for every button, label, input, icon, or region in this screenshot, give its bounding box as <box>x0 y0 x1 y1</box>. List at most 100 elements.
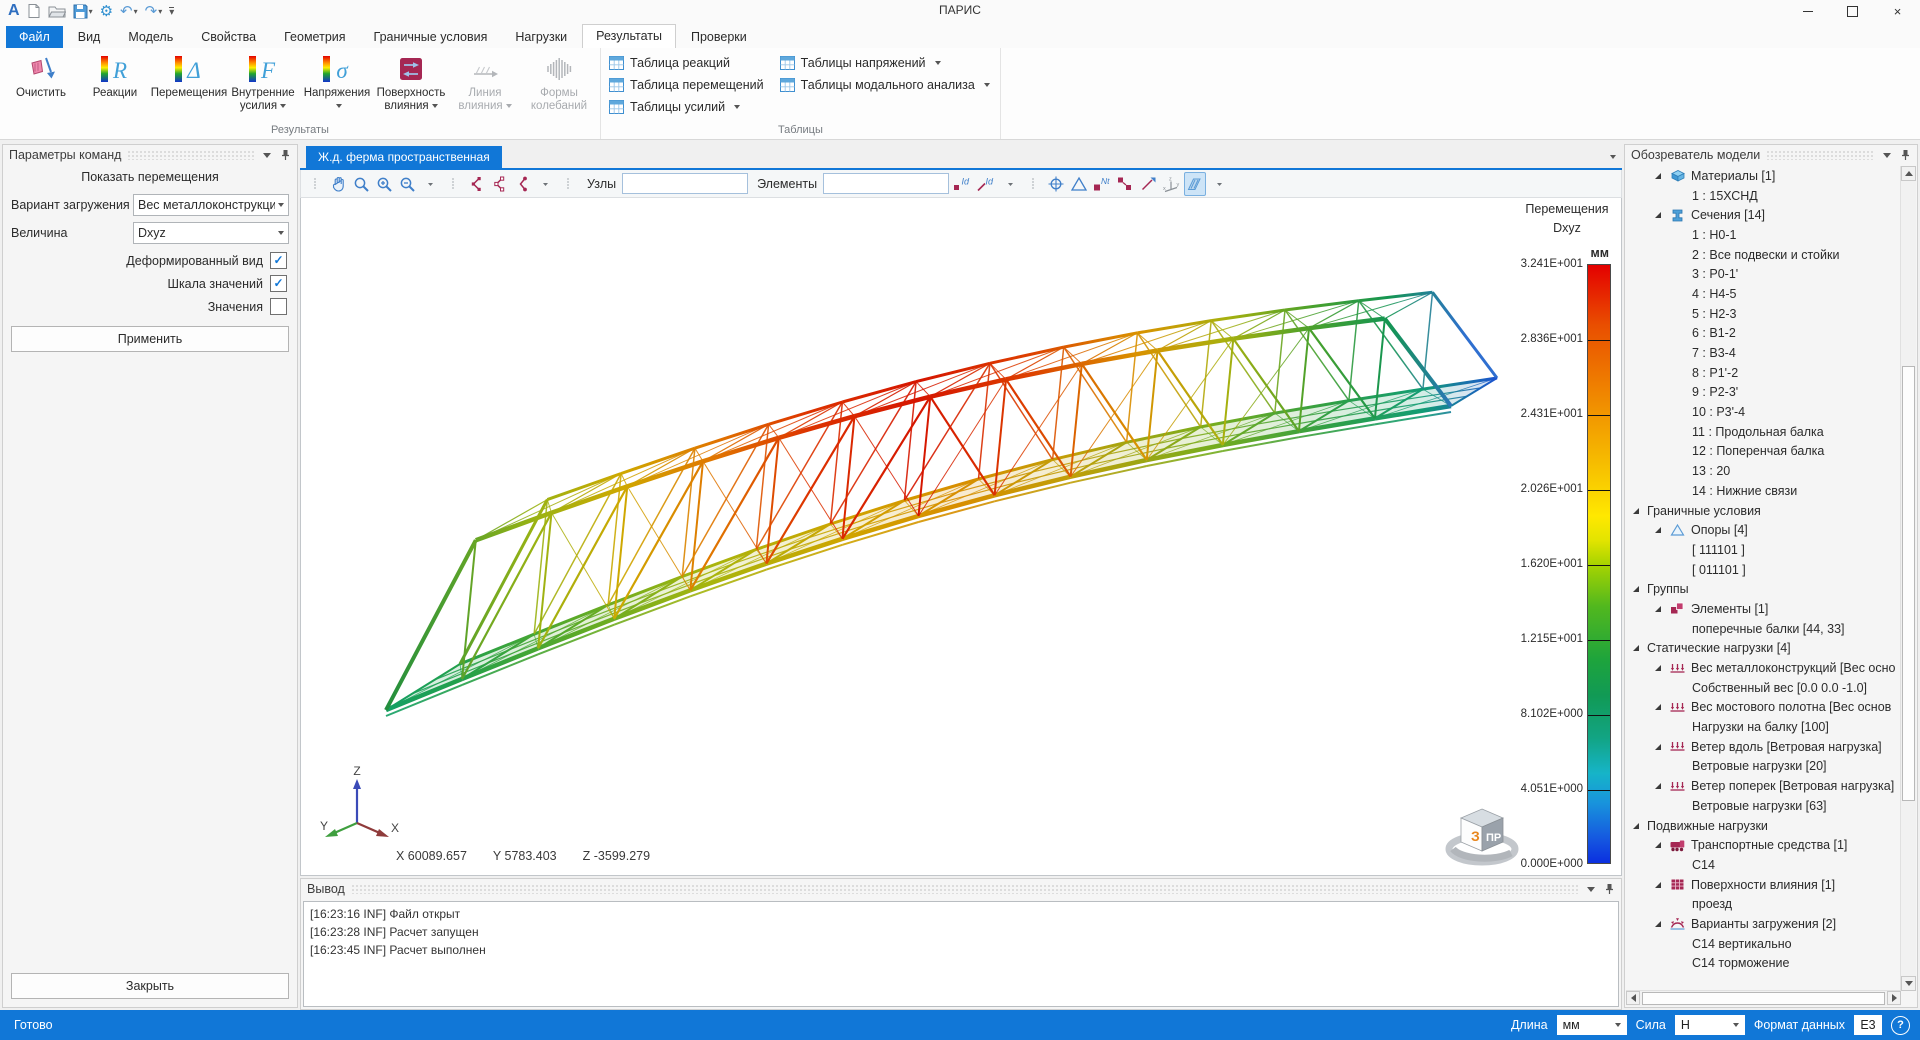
tree-expander-icon[interactable] <box>1654 782 1662 790</box>
tree-node[interactable]: Собственный вес [0.0 0.0 -1.0] <box>1626 678 1901 698</box>
tree-expander-icon[interactable] <box>1632 644 1640 652</box>
scroll-down-icon[interactable] <box>1901 976 1916 991</box>
elements-input[interactable] <box>823 173 949 194</box>
ribbon-button-таблицы-модального-анализа[interactable]: Таблицы модального анализа <box>780 76 990 94</box>
tree-node[interactable]: Сечения [14] <box>1626 205 1901 225</box>
tree-node[interactable]: Статические нагрузки [4] <box>1626 639 1901 659</box>
tree-expander-icon[interactable] <box>1654 211 1662 219</box>
tree-node[interactable]: Вес мостового полотна [Вес основ <box>1626 698 1901 718</box>
tree-node[interactable]: Поверхности влияния [1] <box>1626 875 1901 895</box>
panel-pin-icon[interactable] <box>1603 883 1615 895</box>
tree-node[interactable]: 9 : P2-3' <box>1626 383 1901 403</box>
tree-node[interactable]: 8 : P1'-2 <box>1626 363 1901 383</box>
tree-node[interactable]: Подвижные нагрузки <box>1626 816 1901 836</box>
scroll-left-icon[interactable] <box>1626 991 1640 1005</box>
tree-expander-icon[interactable] <box>1632 585 1640 593</box>
data-format-field[interactable]: E3 <box>1854 1015 1882 1035</box>
tree-node[interactable]: Ветер вдоль [Ветровая нагрузка] <box>1626 737 1901 757</box>
tree-node[interactable]: Ветер поперек [Ветровая нагрузка] <box>1626 776 1901 796</box>
menu-tab-5[interactable]: Геометрия <box>271 26 358 48</box>
tree-node[interactable]: 11 : Продольная балка <box>1626 422 1901 442</box>
ribbon-button-очистить[interactable]: Очистить <box>4 51 78 102</box>
view-xyz-icon[interactable]: zyx <box>1161 173 1181 195</box>
maximize-icon[interactable] <box>1830 0 1875 22</box>
toolbar-drag-handle[interactable] <box>1023 173 1043 195</box>
menu-tab-2[interactable]: Вид <box>65 26 114 48</box>
tree-node[interactable]: 14 : Нижние связи <box>1626 481 1901 501</box>
tree-node[interactable]: Нагрузки на балку [100] <box>1626 717 1901 737</box>
tree-node[interactable]: 10 : P3'-4 <box>1626 402 1901 422</box>
toolbar-overflow-icon[interactable] <box>420 173 440 195</box>
tree-expander-icon[interactable] <box>1654 881 1662 889</box>
toolbar-overflow-icon[interactable] <box>1209 173 1229 195</box>
tree-node[interactable]: 12 : Поперенчая балка <box>1626 442 1901 462</box>
length-unit-select[interactable]: мм <box>1557 1015 1627 1035</box>
toolbar-drag-handle[interactable] <box>443 173 463 195</box>
tree-node[interactable]: Элементы [1] <box>1626 599 1901 619</box>
menu-tab-6[interactable]: Граничные условия <box>361 26 501 48</box>
tree-node[interactable]: [ 011101 ] <box>1626 560 1901 580</box>
tree-node[interactable]: Опоры [4] <box>1626 520 1901 540</box>
select-chain-icon[interactable] <box>489 173 509 195</box>
tree-vertical-scrollbar[interactable] <box>1900 166 1916 991</box>
menu-tab-7[interactable]: Нагрузки <box>502 26 580 48</box>
tree-node[interactable]: Варианты загружения [2] <box>1626 914 1901 934</box>
ribbon-button-поверхность-влияния[interactable]: Поверхность влияния <box>374 51 448 115</box>
menu-tab-3[interactable]: Модель <box>115 26 186 48</box>
nodes-input[interactable] <box>622 173 748 194</box>
output-log[interactable]: [16:23:16 INF] Файл открыт[16:23:28 INF]… <box>303 901 1619 1007</box>
close-icon[interactable]: × <box>1875 0 1920 22</box>
pan-hand-icon[interactable] <box>328 173 348 195</box>
menu-tab-9[interactable]: Проверки <box>678 26 760 48</box>
close-button[interactable]: Закрыть <box>11 973 289 999</box>
tree-node[interactable]: 13 : 20 <box>1626 461 1901 481</box>
menu-tab-8[interactable]: Результаты <box>582 24 676 48</box>
tree-node[interactable]: Вес металлоконструкций [Вес осно <box>1626 658 1901 678</box>
select-free-icon[interactable] <box>512 173 532 195</box>
zoom-in-icon[interactable] <box>374 173 394 195</box>
panel-collapse-icon[interactable] <box>261 153 273 158</box>
quantity-select[interactable]: Dxyz <box>133 222 289 244</box>
element-id-icon[interactable]: Id <box>976 173 997 195</box>
crosshair-icon[interactable] <box>1046 173 1066 195</box>
tree-horizontal-scrollbar[interactable] <box>1626 990 1901 1006</box>
tree-node[interactable]: Ветровые нагрузки [63] <box>1626 796 1901 816</box>
tree-node[interactable]: 1 : H0-1 <box>1626 225 1901 245</box>
panel-collapse-icon[interactable] <box>1881 153 1893 158</box>
tree-node[interactable]: Граничные условия <box>1626 501 1901 521</box>
tree-node[interactable]: 3 : P0-1' <box>1626 264 1901 284</box>
panel-pin-icon[interactable] <box>1899 149 1911 161</box>
tree-node[interactable]: С14 вертикально <box>1626 934 1901 954</box>
tree-node[interactable]: проезд <box>1626 894 1901 914</box>
ribbon-button-таблицы-напряжений[interactable]: Таблицы напряжений <box>780 54 990 72</box>
tree-node[interactable]: 5 : H2-3 <box>1626 304 1901 324</box>
ribbon-button-напряжения[interactable]: σНапряжения <box>300 51 374 115</box>
force-unit-select[interactable]: Н <box>1675 1015 1745 1035</box>
ribbon-button-перемещения[interactable]: ΔПеремещения <box>152 51 226 102</box>
menu-tab-1[interactable]: Файл <box>6 26 63 48</box>
tree-node[interactable]: С14 торможение <box>1626 954 1901 974</box>
element-numbers-icon[interactable] <box>1115 173 1135 195</box>
panel-collapse-icon[interactable] <box>1585 887 1597 892</box>
scroll-right-icon[interactable] <box>1887 991 1901 1005</box>
tree-node[interactable]: Ветровые нагрузки [20] <box>1626 757 1901 777</box>
tree-expander-icon[interactable] <box>1654 526 1662 534</box>
apply-button[interactable]: Применить <box>11 326 289 352</box>
checkbox-шкала-значений[interactable]: ✓ <box>270 275 287 292</box>
zoom-icon[interactable] <box>351 173 371 195</box>
panel-pin-icon[interactable] <box>279 149 291 161</box>
ribbon-button-таблица-перемещений[interactable]: Таблица перемещений <box>609 76 764 94</box>
tree-node[interactable]: 4 : H4-5 <box>1626 284 1901 304</box>
menu-tab-4[interactable]: Свойства <box>188 26 269 48</box>
tree-node[interactable]: Материалы [1] <box>1626 166 1901 186</box>
node-numbers-icon[interactable]: Nt <box>1092 173 1112 195</box>
loadcase-select[interactable]: Вес металлоконструкци <box>133 194 289 216</box>
tree-node[interactable]: поперечные балки [44, 33] <box>1626 619 1901 639</box>
document-tab[interactable]: Ж.д. ферма пространственная <box>306 146 502 168</box>
tree-expander-icon[interactable] <box>1654 172 1662 180</box>
tree-expander-icon[interactable] <box>1654 920 1662 928</box>
scroll-up-icon[interactable] <box>1901 166 1916 181</box>
tree-expander-icon[interactable] <box>1654 605 1662 613</box>
local-axes-icon[interactable] <box>1069 173 1089 195</box>
section-display-icon[interactable] <box>1184 172 1206 196</box>
